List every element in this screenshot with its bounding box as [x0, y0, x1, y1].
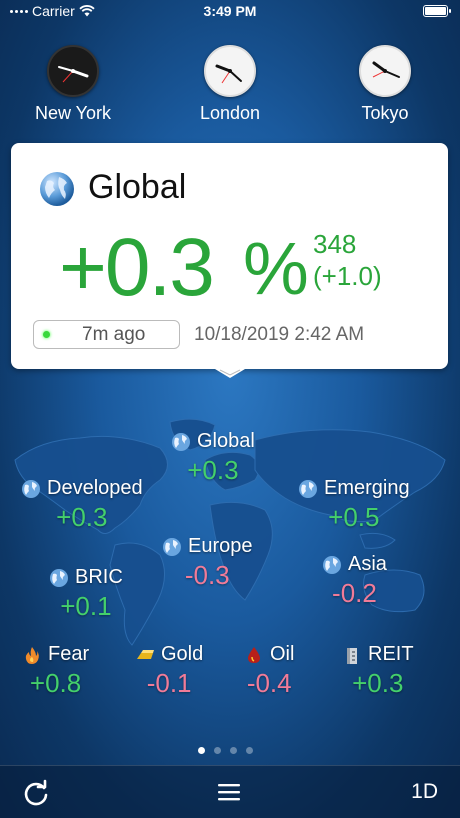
globe-icon [50, 568, 68, 587]
market-change: +0.5 [328, 502, 380, 532]
market-name: Developed [47, 477, 143, 499]
status-time: 3:49 PM [203, 3, 257, 19]
world-clocks: New York London Tokyo [0, 45, 460, 125]
gold-bar-icon [137, 649, 154, 659]
clock-new-york: New York [18, 45, 128, 124]
refresh-icon[interactable] [22, 779, 50, 807]
change-percent: +0.3 [59, 222, 215, 313]
card-title: Global [88, 168, 187, 206]
market-emerging[interactable]: Emerging +0.5 [298, 477, 410, 533]
page-dot[interactable] [198, 747, 205, 754]
globe-icon [299, 479, 317, 498]
market-change: +0.3 [187, 455, 239, 485]
chevron-down-icon[interactable] [215, 369, 245, 379]
globe-icon [163, 537, 181, 556]
clock-face-icon [47, 45, 99, 97]
globe-icon [22, 479, 40, 498]
market-change: +0.1 [60, 591, 112, 621]
oil-drop-icon [248, 646, 260, 663]
clock-face-icon [359, 45, 411, 97]
market-name: Emerging [324, 477, 410, 499]
clock-city-label: London [199, 103, 261, 123]
market-name: Europe [188, 535, 253, 557]
battery-icon [423, 5, 451, 17]
market-name: Gold [161, 643, 204, 665]
clock-city-label: Tokyo [361, 103, 409, 123]
clock-london: London [175, 45, 285, 124]
page-dot[interactable] [214, 747, 221, 754]
market-asia[interactable]: Asia -0.2 [322, 553, 387, 609]
market-fear[interactable]: Fear +0.8 [22, 643, 89, 699]
market-name: Global [197, 430, 255, 452]
timestamp: 10/18/2019 2:42 AM [194, 324, 365, 345]
bottom-toolbar: 1D [0, 765, 460, 818]
market-change: -0.2 [332, 578, 377, 608]
market-global[interactable]: Global +0.3 [171, 430, 255, 486]
market-change: -0.4 [246, 668, 292, 698]
market-change: -0.1 [146, 668, 192, 698]
market-name: BRIC [75, 566, 123, 588]
globe-icon [323, 555, 341, 574]
global-summary-card[interactable]: Global +0.3 % 348 (+1.0) 7m ago 10/18/20… [11, 143, 448, 369]
market-change: +0.8 [29, 668, 82, 698]
status-bar: Carrier 3:49 PM [0, 0, 460, 22]
time-range-button[interactable]: 1D [411, 780, 438, 804]
market-gold[interactable]: Gold -0.1 [135, 643, 203, 699]
market-change: +0.3 [56, 502, 108, 532]
market-oil[interactable]: Oil -0.4 [244, 643, 295, 699]
updated-ago-label: 7m ago [82, 323, 146, 345]
menu-icon[interactable] [217, 781, 241, 803]
market-name: Oil [270, 643, 295, 665]
globe-icon [40, 172, 74, 206]
points-change: (+1.0) [313, 261, 382, 291]
market-developed[interactable]: Developed +0.3 [21, 477, 143, 533]
market-change: +0.3 [352, 668, 404, 698]
market-name: Asia [348, 553, 387, 575]
market-change: -0.3 [184, 560, 230, 590]
live-status-icon [43, 331, 50, 338]
updated-ago-badge: 7m ago [33, 320, 180, 349]
building-icon [347, 647, 357, 664]
market-reit[interactable]: REIT +0.3 [342, 643, 414, 699]
page-dot[interactable] [230, 747, 237, 754]
percent-sign: % [243, 227, 309, 310]
market-europe[interactable]: Europe -0.3 [162, 535, 253, 591]
flame-icon [25, 646, 39, 664]
market-name: REIT [368, 643, 414, 665]
index-points: 348 [313, 229, 357, 259]
clock-tokyo: Tokyo [330, 45, 440, 124]
clock-face-icon [204, 45, 256, 97]
page-indicator[interactable] [198, 747, 253, 754]
market-bric[interactable]: BRIC +0.1 [49, 566, 123, 622]
clock-city-label: New York [34, 103, 112, 123]
page-dot[interactable] [246, 747, 253, 754]
globe-icon [172, 432, 190, 451]
market-name: Fear [48, 643, 90, 665]
